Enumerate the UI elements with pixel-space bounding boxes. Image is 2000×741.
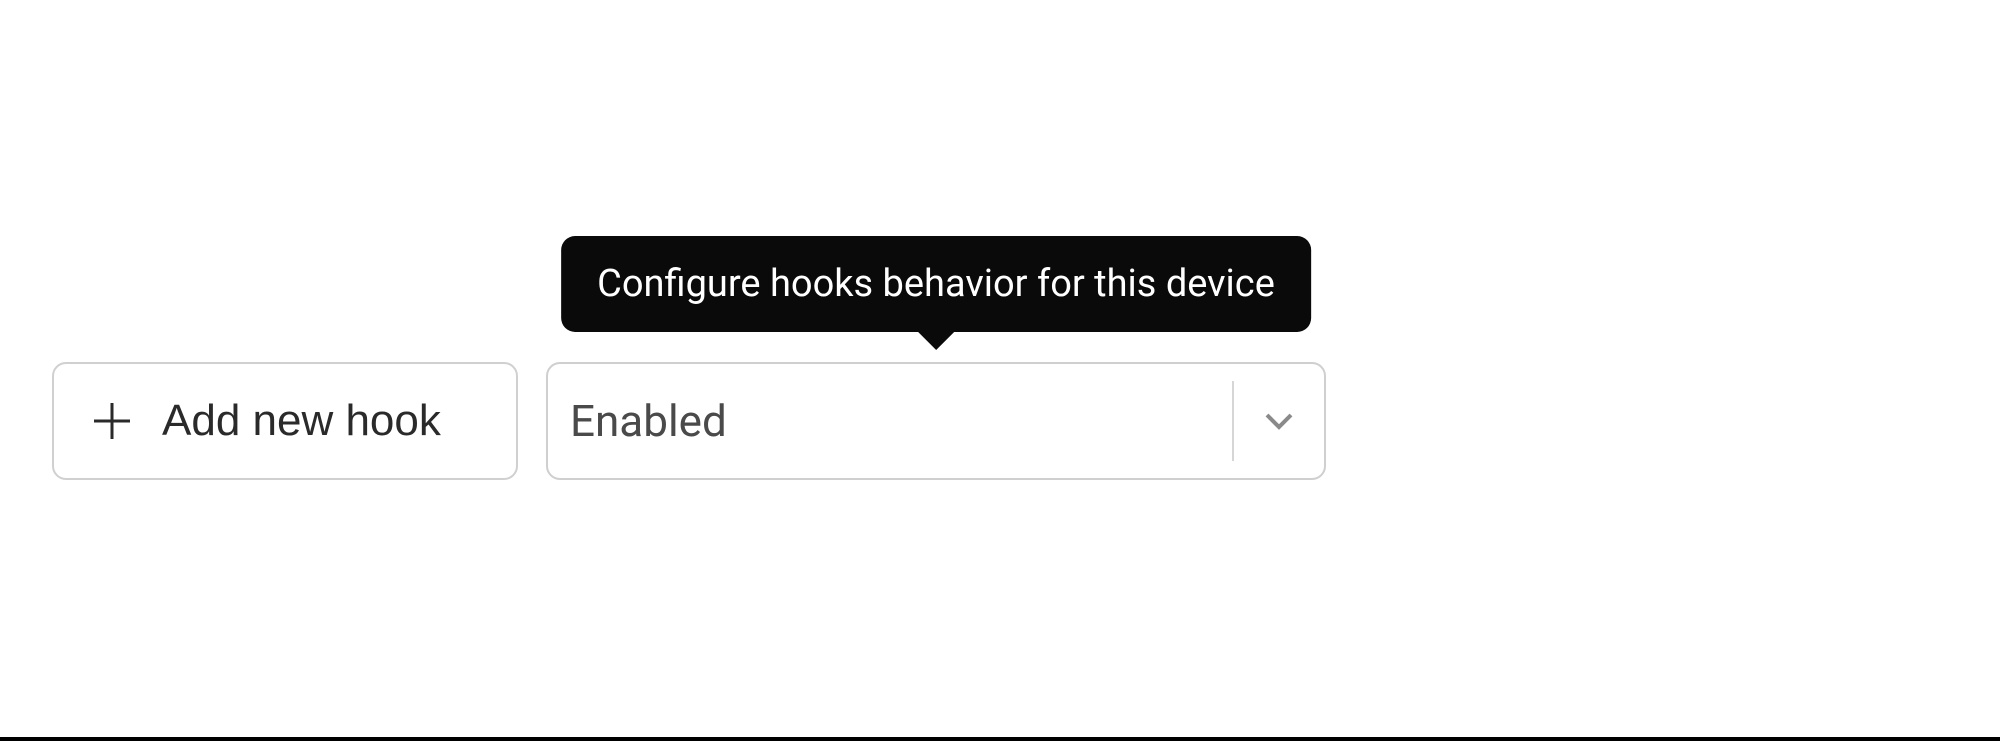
plus-icon xyxy=(90,399,134,443)
hooks-behavior-dropdown[interactable]: Enabled xyxy=(546,362,1326,480)
dropdown-selected-label: Enabled xyxy=(548,395,749,447)
chevron-down-icon xyxy=(1232,381,1324,461)
tooltip: Configure hooks behavior for this device xyxy=(561,236,1311,332)
add-new-hook-label: Add new hook xyxy=(162,396,441,446)
add-new-hook-button[interactable]: Add new hook xyxy=(52,362,518,480)
tooltip-text: Configure hooks behavior for this device xyxy=(597,262,1275,306)
footer-divider xyxy=(0,737,2000,741)
controls-row: Add new hook Configure hooks behavior fo… xyxy=(52,362,1326,480)
hooks-behavior-dropdown-wrap: Configure hooks behavior for this device… xyxy=(546,362,1326,480)
